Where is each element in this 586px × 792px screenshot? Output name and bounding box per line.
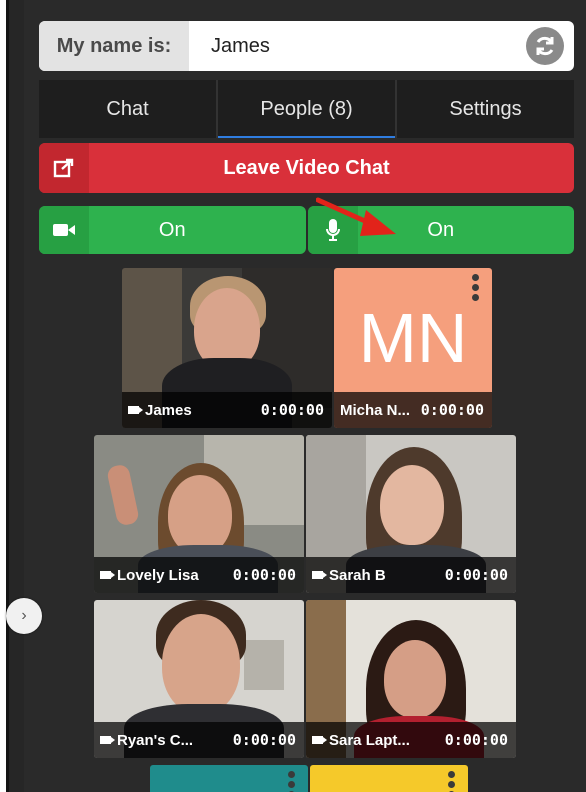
camera-on-icon — [312, 571, 327, 579]
participant-tile-micha[interactable]: MN Micha N... 0:00:00 — [334, 268, 492, 428]
participant-tile-james[interactable]: James 0:00:00 — [122, 268, 332, 428]
participant-initials: MN — [358, 299, 468, 377]
participant-name: Sarah B — [329, 566, 386, 584]
microphone-icon — [307, 206, 358, 254]
camera-on-icon — [312, 736, 327, 744]
participant-timer: 0:00:00 — [260, 401, 324, 419]
participant-video — [168, 475, 232, 555]
participant-name: Lovely Lisa — [117, 566, 199, 584]
participant-timer: 0:00:00 — [444, 566, 508, 584]
left-rail-divider — [6, 0, 9, 792]
more-options-icon[interactable] — [288, 771, 296, 792]
video-camera-icon — [39, 206, 89, 254]
participant-video — [384, 640, 446, 718]
name-bar: My name is: James — [39, 21, 574, 71]
media-toggles: On On — [39, 206, 574, 254]
participant-name: Sara Lapt... — [329, 731, 410, 749]
tile-footer: Micha N... 0:00:00 — [334, 392, 492, 428]
refresh-name-button[interactable] — [526, 27, 564, 65]
participant-tile-sara[interactable]: Sara Lapt... 0:00:00 — [306, 600, 516, 758]
refresh-icon — [536, 36, 554, 56]
participant-timer: 0:00:00 — [232, 566, 296, 584]
participant-name: Ryan's C... — [117, 731, 194, 749]
leave-video-chat-label: Leave Video Chat — [223, 156, 390, 179]
camera-toggle-label: On — [158, 218, 186, 241]
participant-tile-partial-teal[interactable] — [150, 765, 308, 792]
tile-footer: James 0:00:00 — [122, 392, 332, 428]
tab-bar: Chat People (8) Settings — [39, 80, 574, 138]
more-options-icon[interactable] — [448, 771, 456, 792]
camera-on-icon — [100, 571, 115, 579]
participant-tile-partial-yellow[interactable] — [310, 765, 468, 792]
tile-footer: Lovely Lisa 0:00:00 — [94, 557, 304, 593]
camera-toggle-button[interactable]: On — [39, 206, 306, 254]
name-input[interactable]: James — [211, 35, 526, 58]
participant-tile-ryan[interactable]: Ryan's C... 0:00:00 — [94, 600, 304, 758]
microphone-toggle-label: On — [427, 218, 455, 241]
participant-timer: 0:00:00 — [232, 731, 296, 749]
microphone-toggle-button[interactable]: On — [307, 206, 574, 254]
participant-tile-sarah[interactable]: Sarah B 0:00:00 — [306, 435, 516, 593]
tab-chat[interactable]: Chat — [39, 80, 218, 138]
chevron-right-icon: › — [21, 607, 27, 624]
more-options-icon[interactable] — [472, 274, 480, 301]
tab-settings[interactable]: Settings — [397, 80, 574, 138]
participant-name: James — [145, 401, 192, 419]
tile-footer: Sara Lapt... 0:00:00 — [306, 722, 516, 758]
tab-people[interactable]: People (8) — [218, 80, 397, 138]
participant-timer: 0:00:00 — [444, 731, 508, 749]
leave-video-chat-button[interactable]: Leave Video Chat — [39, 143, 574, 193]
participant-video — [162, 614, 240, 714]
tile-footer: Ryan's C... 0:00:00 — [94, 722, 304, 758]
participant-name: Micha N... — [340, 401, 411, 419]
name-label: My name is: — [39, 21, 189, 71]
participant-timer: 0:00:00 — [420, 401, 484, 419]
tile-footer: Sarah B 0:00:00 — [306, 557, 516, 593]
participant-video — [380, 465, 444, 545]
camera-on-icon — [100, 736, 115, 744]
external-link-icon — [39, 143, 89, 193]
participant-tile-lisa[interactable]: Lovely Lisa 0:00:00 — [94, 435, 304, 593]
camera-on-icon — [128, 406, 143, 414]
expand-sidebar-button[interactable]: › — [6, 598, 42, 634]
